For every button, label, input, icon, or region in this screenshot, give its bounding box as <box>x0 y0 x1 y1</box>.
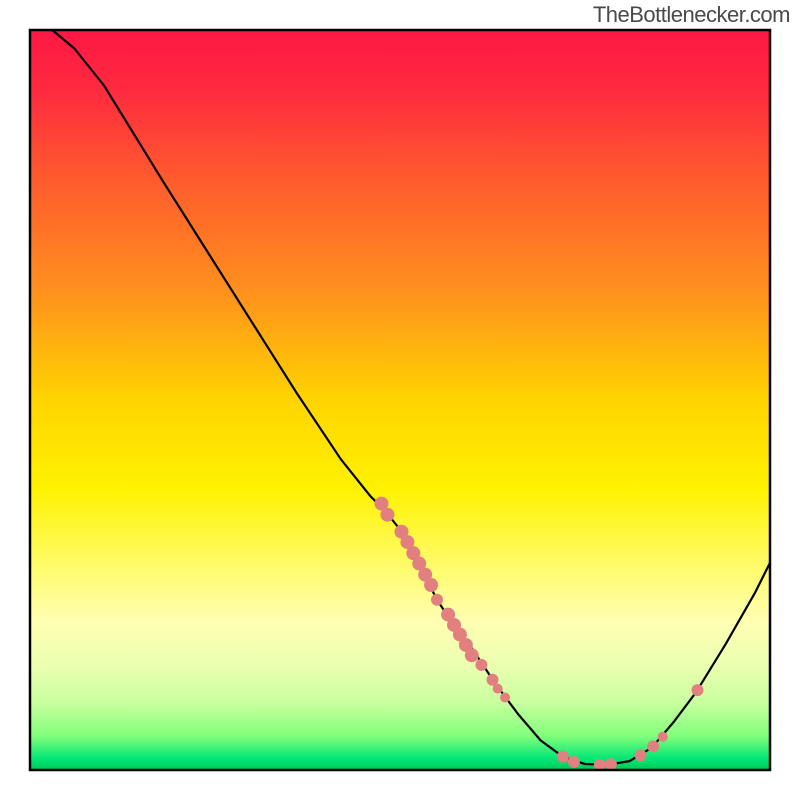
data-marker <box>691 684 703 696</box>
chart-container: TheBottlenecker.com <box>0 0 800 800</box>
data-marker <box>465 648 479 662</box>
data-marker <box>647 740 659 752</box>
data-marker <box>605 758 617 770</box>
data-marker <box>493 684 503 694</box>
data-marker <box>431 594 443 606</box>
data-marker <box>380 508 394 522</box>
data-marker <box>475 659 487 671</box>
data-marker <box>424 578 438 592</box>
bottleneck-chart <box>0 0 800 800</box>
data-marker <box>658 732 668 742</box>
data-marker <box>635 749 647 761</box>
attribution-text: TheBottlenecker.com <box>593 2 790 28</box>
data-marker <box>568 756 580 768</box>
data-marker <box>557 751 569 763</box>
plot-background <box>30 30 770 770</box>
data-marker <box>500 692 510 702</box>
